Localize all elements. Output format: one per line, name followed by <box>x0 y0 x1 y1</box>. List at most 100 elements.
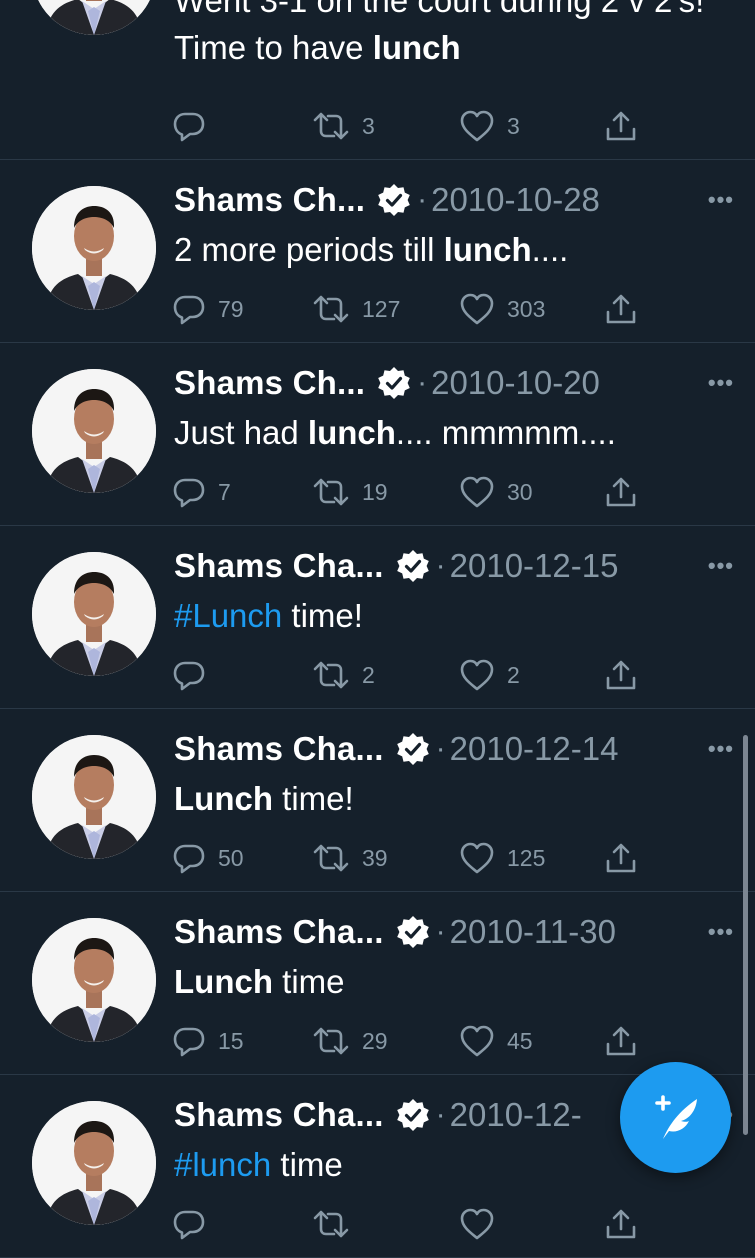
tweet[interactable]: Shams Cha... · 2010-12-15 ••• #Lunch tim… <box>0 526 755 709</box>
retweet-count: 3 <box>362 112 375 139</box>
retweet-button[interactable]: 39 <box>312 840 388 876</box>
retweet-button[interactable]: 127 <box>312 291 400 327</box>
more-options-icon[interactable]: ••• <box>708 544 734 588</box>
author-name[interactable]: Shams Cha... <box>174 1096 384 1134</box>
hashtag-link[interactable]: #lunch <box>174 1146 271 1183</box>
tweet-text-segment: time <box>271 1146 343 1183</box>
heart-icon <box>460 842 494 874</box>
share-icon <box>606 111 636 141</box>
author-name[interactable]: Shams Cha... <box>174 913 384 951</box>
like-count: 45 <box>507 1027 533 1054</box>
tweet-date[interactable]: 2010-12- <box>450 1096 582 1134</box>
avatar[interactable] <box>32 0 156 35</box>
reply-button[interactable] <box>172 108 218 144</box>
tweet-header: Shams Ch... · 2010-10-20 ••• <box>174 361 734 405</box>
tweet-text-segment: Lunch <box>174 963 273 1000</box>
tweet-header: Shams Ch... · 2010-10-28 ••• <box>174 178 734 222</box>
author-name[interactable]: Shams Ch... <box>174 364 365 402</box>
tweet[interactable]: Shams Cha... · 2010-12-14 ••• Lunch time… <box>0 709 755 892</box>
reply-button[interactable]: 7 <box>172 474 231 510</box>
header-separator: · <box>435 1098 446 1131</box>
compose-tweet-button[interactable] <box>620 1062 731 1173</box>
tweet-actions <box>172 1206 642 1242</box>
tweet-text: Lunch time <box>174 958 734 1005</box>
tweet-text-segment: lunch <box>307 414 396 451</box>
author-name[interactable]: Shams Cha... <box>174 730 384 768</box>
share-button[interactable] <box>604 840 650 876</box>
tweet[interactable]: Shams Cha... · 2010-11-30 ••• Lunch time… <box>0 892 755 1075</box>
retweet-icon <box>313 661 349 689</box>
tweet-text: 2 more periods till lunch.... <box>174 226 734 273</box>
tweet-date[interactable]: 2010-11-30 <box>450 913 616 951</box>
like-button[interactable]: 30 <box>459 474 533 510</box>
scrollbar[interactable] <box>743 735 748 1135</box>
more-options-icon[interactable]: ••• <box>708 910 734 954</box>
header-separator: · <box>435 732 446 765</box>
retweet-button[interactable]: 2 <box>312 657 375 693</box>
reply-button[interactable] <box>172 657 218 693</box>
retweet-button[interactable]: 19 <box>312 474 388 510</box>
avatar[interactable] <box>32 369 156 493</box>
retweet-count: 39 <box>362 844 388 871</box>
avatar[interactable] <box>32 552 156 676</box>
share-button[interactable] <box>604 1023 650 1059</box>
reply-button[interactable]: 79 <box>172 291 244 327</box>
retweet-button[interactable]: 3 <box>312 108 375 144</box>
avatar[interactable] <box>32 186 156 310</box>
share-button[interactable] <box>604 108 650 144</box>
verified-badge-icon <box>396 732 430 766</box>
heart-icon <box>460 110 494 142</box>
share-button[interactable] <box>604 1206 650 1242</box>
reply-button[interactable] <box>172 1206 218 1242</box>
like-button[interactable]: 3 <box>459 108 520 144</box>
like-button[interactable] <box>459 1206 507 1242</box>
share-button[interactable] <box>604 657 650 693</box>
reply-count: 50 <box>218 844 244 871</box>
reply-count: 79 <box>218 295 244 322</box>
author-name[interactable]: Shams Ch... <box>174 181 365 219</box>
tweet-text-segment: 2 more periods till <box>174 231 444 268</box>
tweet-text: Went 3-1 on the court during 2 v 2's! Ti… <box>174 0 734 71</box>
retweet-button[interactable]: 29 <box>312 1023 388 1059</box>
avatar[interactable] <box>32 735 156 859</box>
share-button[interactable] <box>604 291 650 327</box>
heart-icon <box>460 476 494 508</box>
reply-count: 7 <box>218 478 231 505</box>
hashtag-link[interactable]: #Lunch <box>174 597 282 634</box>
reply-button[interactable]: 50 <box>172 840 244 876</box>
more-options-icon[interactable]: ••• <box>708 361 734 405</box>
tweet-text: Just had lunch.... mmmmm.... <box>174 409 734 456</box>
tweet-actions: 50 39 125 <box>172 840 642 876</box>
like-count: 125 <box>507 844 546 871</box>
retweet-button[interactable] <box>312 1206 362 1242</box>
reply-icon <box>173 295 205 325</box>
heart-icon <box>460 659 494 691</box>
retweet-count: 2 <box>362 661 375 688</box>
avatar[interactable] <box>32 918 156 1042</box>
reply-button[interactable]: 15 <box>172 1023 244 1059</box>
tweet-actions: 79 127 303 <box>172 291 642 327</box>
like-button[interactable]: 2 <box>459 657 520 693</box>
more-options-icon[interactable]: ••• <box>708 727 734 771</box>
avatar[interactable] <box>32 1101 156 1225</box>
author-name[interactable]: Shams Cha... <box>174 547 384 585</box>
like-button[interactable]: 303 <box>459 291 545 327</box>
tweet-actions: 2 2 <box>172 657 642 693</box>
tweet[interactable]: Shams Ch... · 2010-10-20 ••• Just had lu… <box>0 343 755 526</box>
tweet[interactable]: · ••• Went 3-1 on the court during 2 v 2… <box>0 0 755 160</box>
tweet-header: Shams Cha... · 2010-11-30 ••• <box>174 910 734 954</box>
tweet[interactable]: Shams Ch... · 2010-10-28 ••• 2 more peri… <box>0 160 755 343</box>
share-button[interactable] <box>604 474 650 510</box>
tweet-text-segment: lunch <box>443 231 532 268</box>
like-count: 303 <box>507 295 546 322</box>
tweet-text-segment: lunch <box>372 29 461 66</box>
verified-badge-icon <box>396 915 430 949</box>
tweet-date[interactable]: 2010-12-15 <box>450 547 619 585</box>
like-button[interactable]: 125 <box>459 840 545 876</box>
more-options-icon[interactable]: ••• <box>708 178 734 222</box>
like-button[interactable]: 45 <box>459 1023 533 1059</box>
tweet-date[interactable]: 2010-10-20 <box>431 364 600 402</box>
reply-icon <box>173 844 205 874</box>
tweet-date[interactable]: 2010-10-28 <box>431 181 600 219</box>
tweet-date[interactable]: 2010-12-14 <box>450 730 619 768</box>
